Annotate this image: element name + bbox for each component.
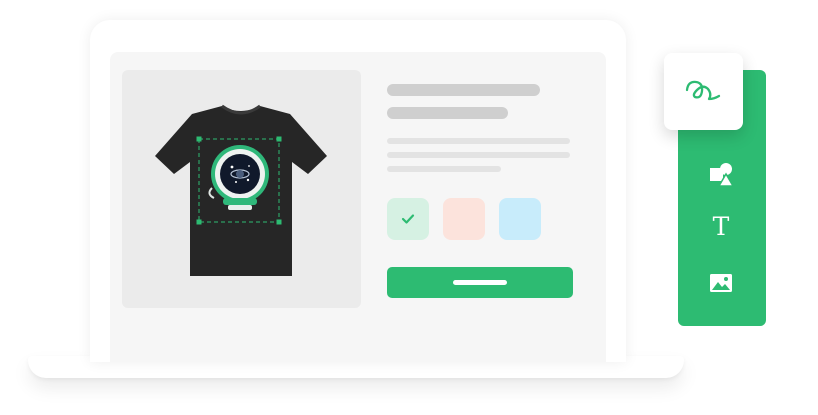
color-swatch-green[interactable] bbox=[387, 198, 429, 240]
draw-tool-button[interactable] bbox=[664, 53, 743, 130]
description-placeholder-line-3 bbox=[387, 166, 501, 172]
description-placeholder-line-2 bbox=[387, 152, 570, 158]
product-image-card bbox=[122, 70, 361, 308]
shapes-icon bbox=[710, 163, 735, 187]
pen-squiggle-icon bbox=[685, 80, 721, 101]
product-subtitle-placeholder bbox=[387, 107, 508, 119]
text-tool-button[interactable]: T bbox=[704, 210, 738, 244]
color-swatch-peach[interactable] bbox=[443, 198, 485, 240]
resize-handle-bottom-left[interactable] bbox=[196, 219, 202, 225]
color-swatch-blue[interactable] bbox=[499, 198, 541, 240]
check-icon bbox=[401, 214, 415, 224]
description-placeholder-line-1 bbox=[387, 138, 570, 144]
add-to-cart-button[interactable] bbox=[387, 267, 573, 298]
tshirt-image bbox=[155, 104, 327, 276]
design-editor-illustration: T bbox=[0, 0, 818, 415]
resize-handle-top-left[interactable] bbox=[196, 136, 202, 142]
image-icon bbox=[710, 274, 732, 292]
resize-handle-bottom-right[interactable] bbox=[276, 219, 282, 225]
text-icon: T bbox=[712, 212, 730, 241]
button-label-placeholder bbox=[453, 280, 507, 285]
resize-handle-top-right[interactable] bbox=[276, 136, 282, 142]
image-tool-button[interactable] bbox=[704, 266, 738, 300]
product-title-placeholder bbox=[387, 84, 540, 96]
shapes-tool-button[interactable] bbox=[704, 158, 738, 192]
